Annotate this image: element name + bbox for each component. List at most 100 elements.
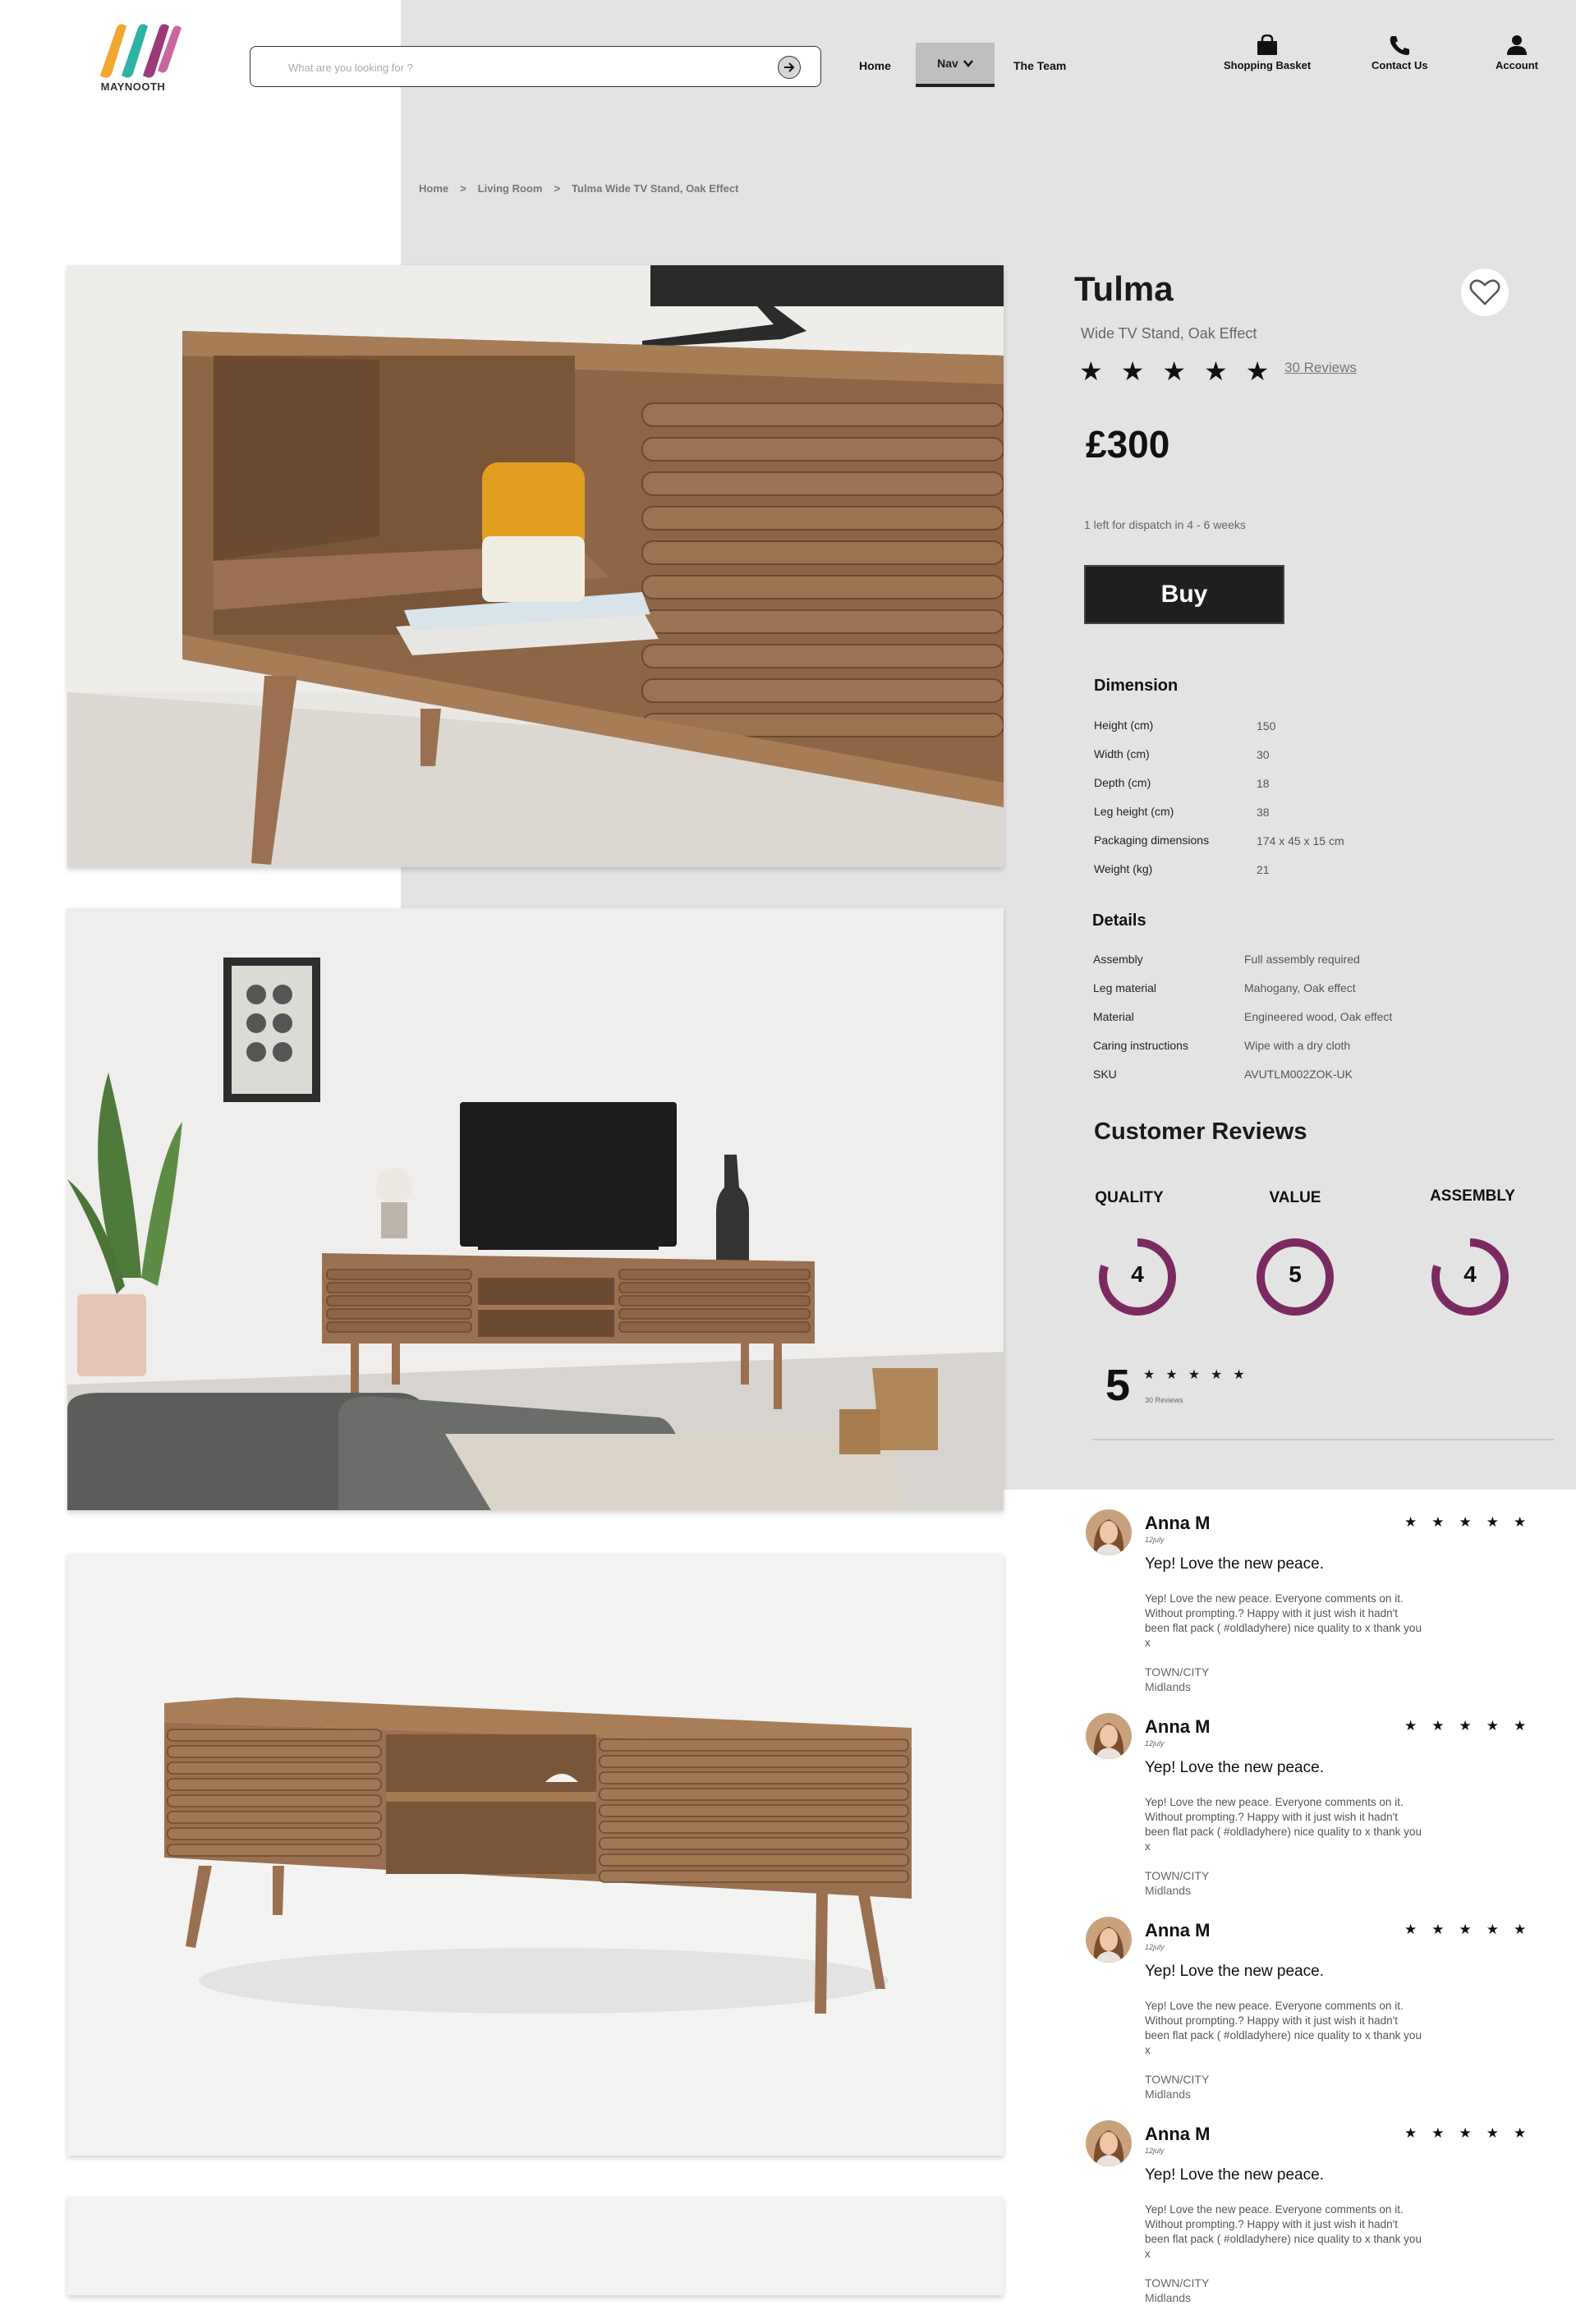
- star-icon: ★: [1431, 1514, 1445, 1530]
- search-submit-button[interactable]: [778, 56, 801, 79]
- dispatch-info: 1 left for dispatch in 4 - 6 weeks: [1084, 518, 1246, 531]
- product-title: Tulma: [1074, 269, 1174, 308]
- wishlist-button[interactable]: [1461, 269, 1509, 316]
- search-input[interactable]: [287, 57, 750, 78]
- review-card: Anna M 12july ★ ★ ★ ★ ★ Yep! Love the new pe…: [1086, 1713, 1554, 1917]
- dimension-label: Weight (kg): [1094, 862, 1153, 875]
- details-value: Mahogany, Oak effect: [1244, 981, 1356, 994]
- star-icon: ★: [1143, 1368, 1156, 1382]
- star-icon: ★: [1204, 356, 1228, 386]
- value-label: VALUE: [1269, 1189, 1321, 1206]
- avatar[interactable]: [1086, 1917, 1132, 1963]
- breadcrumb-home[interactable]: Home: [419, 182, 448, 195]
- details-heading: Details: [1092, 912, 1146, 930]
- search-bar[interactable]: [250, 46, 821, 87]
- star-icon: ★: [1431, 1922, 1445, 1937]
- details-value: Full assembly required: [1244, 953, 1360, 966]
- overall-rating: 5: [1105, 1361, 1131, 1410]
- review-stars: ★ ★ ★ ★ ★: [1404, 2125, 1526, 2142]
- heart-icon: [1469, 279, 1500, 305]
- phone-icon: [1390, 36, 1410, 55]
- contact-us-label: Contact Us: [1372, 59, 1428, 71]
- review-headline: Yep! Love the new peace.: [1145, 1759, 1324, 1776]
- details-label: SKU: [1093, 1068, 1117, 1081]
- dimension-label: Packaging dimensions: [1094, 834, 1210, 847]
- review-stars: ★ ★ ★ ★ ★: [1404, 1514, 1526, 1531]
- value-score: 5: [1289, 1261, 1302, 1287]
- review-card: Anna M 12july ★ ★ ★ ★ ★ Yep! Love the new pe…: [1086, 1917, 1554, 2120]
- star-icon: ★: [1459, 2125, 1472, 2141]
- star-icon: ★: [1514, 1514, 1527, 1530]
- assembly-score: 4: [1463, 1261, 1477, 1287]
- product-image-studio[interactable]: [67, 1554, 1004, 2156]
- review-date: 12july: [1145, 1739, 1165, 1748]
- review-stars: ★ ★ ★ ★ ★: [1404, 1922, 1526, 1938]
- star-icon: ★: [1431, 2125, 1445, 2141]
- review-town-label: TOWN/CITY: [1145, 2073, 1210, 2086]
- review-headline: Yep! Love the new peace.: [1145, 1555, 1324, 1573]
- reviewer-avatar-icon: [1086, 2120, 1132, 2166]
- avatar[interactable]: [1086, 2120, 1132, 2166]
- reviews-count-link[interactable]: 30 Reviews: [1284, 360, 1357, 376]
- product-price: £300: [1086, 423, 1170, 466]
- nav-dropdown-tab[interactable]: Nav: [916, 43, 995, 87]
- review-body: Yep! Love the new peace. Everyone commen…: [1145, 2203, 1422, 2260]
- star-icon: ★: [1211, 1368, 1223, 1382]
- details-label: Caring instructions: [1093, 1039, 1188, 1052]
- shopping-bag-icon: [1257, 34, 1278, 55]
- star-icon: ★: [1165, 1368, 1178, 1382]
- brand-name: MAYNOOTH: [100, 80, 166, 93]
- dimension-label: Leg height (cm): [1094, 805, 1174, 818]
- buy-button[interactable]: Buy: [1084, 565, 1284, 624]
- star-icon: ★: [1188, 1368, 1201, 1382]
- star-icon: ★: [1079, 356, 1103, 386]
- details-label: Material: [1093, 1010, 1134, 1023]
- overall-rating-stars: ★ ★ ★ ★ ★: [1143, 1366, 1245, 1383]
- details-value: Engineered wood, Oak effect: [1244, 1010, 1393, 1023]
- product-image-fourth[interactable]: [67, 2197, 1004, 2295]
- product-image-closeup[interactable]: [67, 265, 1004, 867]
- review-headline: Yep! Love the new peace.: [1145, 2166, 1324, 2184]
- star-icon: ★: [1459, 1922, 1472, 1937]
- review-date: 12july: [1145, 1943, 1165, 1951]
- reviewer-name: Anna M: [1145, 1920, 1211, 1940]
- dimension-value: 38: [1257, 806, 1270, 819]
- breadcrumb-separator: >: [460, 182, 466, 195]
- dimension-value: 30: [1257, 748, 1270, 761]
- details-value: AVUTLM002ZOK-UK: [1244, 1068, 1353, 1081]
- dimension-value: 21: [1257, 863, 1270, 876]
- nav-team-link[interactable]: The Team: [1013, 59, 1066, 72]
- review-headline: Yep! Love the new peace.: [1145, 1963, 1324, 1980]
- arrow-right-icon: [784, 62, 795, 72]
- star-icon: ★: [1404, 1718, 1417, 1734]
- dimension-label: Depth (cm): [1094, 776, 1151, 789]
- product-image-room[interactable]: [67, 908, 1004, 1510]
- details-label: Assembly: [1093, 953, 1143, 966]
- star-icon: ★: [1120, 356, 1145, 386]
- divider: [1092, 1439, 1554, 1440]
- star-icon: ★: [1459, 1514, 1472, 1530]
- review-date: 12july: [1145, 2147, 1165, 2155]
- breadcrumb-living-room[interactable]: Living Room: [478, 182, 543, 195]
- account-button[interactable]: Account: [1496, 34, 1538, 71]
- shopping-basket-button[interactable]: Shopping Basket: [1224, 34, 1311, 71]
- account-label: Account: [1496, 59, 1538, 71]
- contact-us-button[interactable]: Contact Us: [1372, 34, 1428, 71]
- chevron-down-icon: [963, 60, 973, 67]
- review-town: Midlands: [1145, 2087, 1192, 2101]
- avatar[interactable]: [1086, 1713, 1132, 1759]
- assembly-label: ASSEMBLY: [1430, 1187, 1515, 1205]
- star-icon: ★: [1514, 1922, 1527, 1937]
- avatar[interactable]: [1086, 1509, 1132, 1555]
- star-icon: ★: [1514, 1718, 1527, 1734]
- nav-home-link[interactable]: Home: [859, 59, 891, 72]
- star-icon: ★: [1486, 1718, 1499, 1734]
- details-label: Leg material: [1093, 981, 1157, 994]
- customer-reviews-heading: Customer Reviews: [1094, 1118, 1307, 1145]
- review-town-label: TOWN/CITY: [1145, 1665, 1210, 1679]
- dimension-label: Height (cm): [1094, 719, 1154, 732]
- product-rating-stars: ★ ★ ★ ★ ★: [1079, 358, 1269, 384]
- breadcrumb-current: Tulma Wide TV Stand, Oak Effect: [572, 182, 739, 195]
- star-icon: ★: [1233, 1368, 1245, 1382]
- reviewer-avatar-icon: [1086, 1713, 1132, 1759]
